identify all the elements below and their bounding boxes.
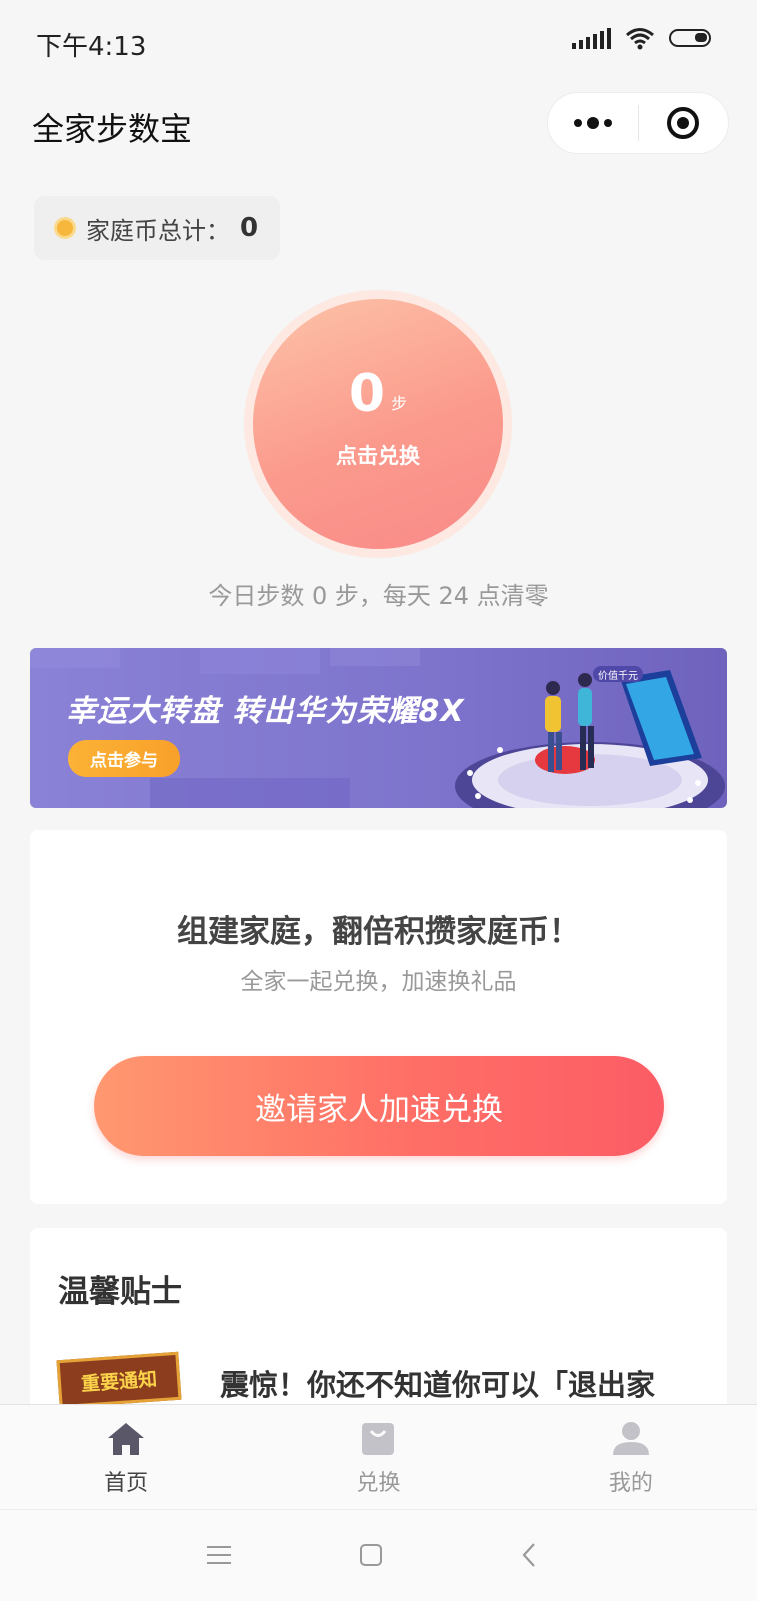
app-title: 全家步数宝 bbox=[32, 110, 193, 148]
menu-icon bbox=[207, 1546, 231, 1564]
family-coins-label: 家庭币总计： bbox=[86, 216, 230, 245]
home-icon bbox=[108, 1423, 145, 1455]
invite-family-button[interactable]: 邀请家人加速兑换 bbox=[94, 1056, 664, 1156]
battery-icon bbox=[669, 29, 711, 47]
banner-join-button[interactable]: 点击参与 bbox=[68, 740, 180, 777]
mini-program-capsule bbox=[547, 92, 729, 154]
status-icons bbox=[572, 26, 711, 50]
invite-subtitle: 全家一起兑换，加速换礼品 bbox=[240, 969, 517, 995]
more-button[interactable] bbox=[548, 93, 638, 153]
tab-exchange[interactable]: 兑换 bbox=[252, 1405, 504, 1509]
banner-price-tag: 价值千元 bbox=[598, 670, 638, 682]
tab-mine[interactable]: 我的 bbox=[505, 1405, 757, 1509]
tips-title: 温馨贴士 bbox=[58, 1274, 182, 1310]
coin-icon bbox=[54, 217, 76, 239]
exchange-label: 点击兑换 bbox=[336, 444, 420, 468]
user-icon bbox=[612, 1422, 649, 1455]
family-coins-summary[interactable]: 家庭币总计： 0 bbox=[34, 196, 281, 260]
tips-card: 温馨贴士 重要通知 震惊！你还不知道你可以「退出家 bbox=[30, 1228, 727, 1408]
more-icon bbox=[573, 117, 612, 129]
close-button[interactable] bbox=[639, 93, 729, 153]
notice-headline-link[interactable]: 震惊！你还不知道你可以「退出家 bbox=[220, 1362, 655, 1404]
back-chevron-icon bbox=[522, 1543, 535, 1567]
tab-home[interactable]: 首页 bbox=[0, 1405, 252, 1509]
square-icon bbox=[360, 1544, 382, 1566]
tab-exchange-label: 兑换 bbox=[356, 1471, 401, 1496]
step-count: 0 bbox=[348, 364, 386, 424]
system-nav-bar bbox=[0, 1509, 757, 1601]
nav-bar: 全家步数宝 bbox=[0, 84, 757, 180]
invite-family-card: 组建家庭，翻倍积攒家庭币！ 全家一起兑换，加速换礼品 邀请家人加速兑换 bbox=[30, 830, 727, 1204]
banner-title: 幸运大转盘 转出华为荣耀8X bbox=[66, 694, 465, 729]
tab-mine-label: 我的 bbox=[608, 1471, 653, 1496]
tab-bar: 首页 兑换 我的 bbox=[0, 1404, 757, 1509]
signal-icon bbox=[572, 27, 611, 49]
bag-icon bbox=[362, 1423, 395, 1455]
important-notice-badge: 重要通知 bbox=[56, 1351, 182, 1408]
close-target-icon bbox=[667, 107, 700, 139]
status-bar: 下午4:13 bbox=[0, 0, 757, 84]
home-nav-button[interactable] bbox=[358, 1538, 384, 1572]
wifi-icon bbox=[626, 28, 654, 50]
invite-title: 组建家庭，翻倍积攒家庭币！ bbox=[177, 914, 580, 950]
menu-button[interactable] bbox=[206, 1538, 232, 1572]
lucky-wheel-banner[interactable]: 幸运大转盘 转出华为荣耀8X 点击参与 价值千元 bbox=[30, 648, 727, 808]
family-coins-value: 0 bbox=[240, 213, 259, 243]
status-time: 下午4:13 bbox=[36, 32, 147, 62]
tab-home-label: 首页 bbox=[104, 1471, 149, 1496]
steps-exchange-button[interactable]: 0 步 点击兑换 bbox=[253, 299, 503, 549]
step-unit: 步 bbox=[391, 394, 408, 413]
steps-ring: 0 步 点击兑换 bbox=[244, 290, 512, 558]
back-button[interactable] bbox=[518, 1538, 540, 1572]
today-steps-info: 今日步数 0 步，每天 24 点清零 bbox=[208, 582, 549, 610]
